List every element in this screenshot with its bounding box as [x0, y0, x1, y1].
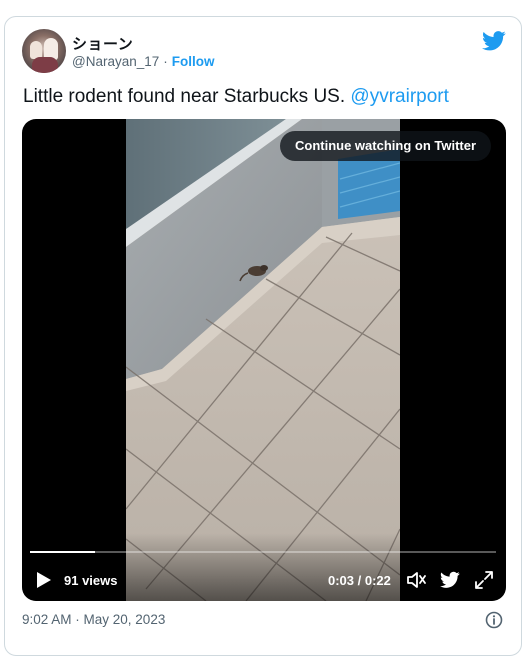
controls-overlay: [22, 533, 506, 601]
fullscreen-icon[interactable]: [474, 570, 494, 590]
author-handle[interactable]: @Narayan_17: [72, 54, 159, 69]
video-frame[interactable]: [126, 119, 400, 601]
avatar-figure: [32, 57, 58, 73]
follow-link[interactable]: Follow: [172, 54, 215, 69]
video-frame-image: [126, 119, 400, 601]
play-icon[interactable]: [36, 571, 52, 589]
author-display-name[interactable]: ショーン: [72, 33, 133, 54]
video-views: 91 views: [64, 573, 118, 588]
video-player[interactable]: Continue watching on Twitter 91 views 0:…: [22, 119, 506, 601]
continue-watching-button[interactable]: Continue watching on Twitter: [280, 131, 492, 161]
avatar[interactable]: [22, 29, 66, 73]
tweet-body-text: Little rodent found near Starbucks US.: [23, 86, 346, 107]
video-progress-fill: [30, 551, 96, 553]
twitter-bird-icon[interactable]: [482, 31, 506, 51]
info-icon[interactable]: [485, 611, 503, 629]
tweet-timestamp[interactable]: 9:02 AM · May 20, 2023: [22, 612, 165, 627]
mention-link[interactable]: @yvrairport: [350, 86, 448, 107]
separator-dot: ·: [163, 54, 168, 69]
twitter-bird-icon[interactable]: [440, 570, 460, 590]
video-time: 0:03 / 0:22: [328, 573, 391, 588]
video-progress-bar[interactable]: [30, 551, 496, 553]
volume-icon[interactable]: [406, 570, 426, 590]
author-handle-row: @Narayan_17 · Follow: [72, 54, 215, 69]
tweet-text: Little rodent found near Starbucks US. @…: [23, 86, 449, 108]
